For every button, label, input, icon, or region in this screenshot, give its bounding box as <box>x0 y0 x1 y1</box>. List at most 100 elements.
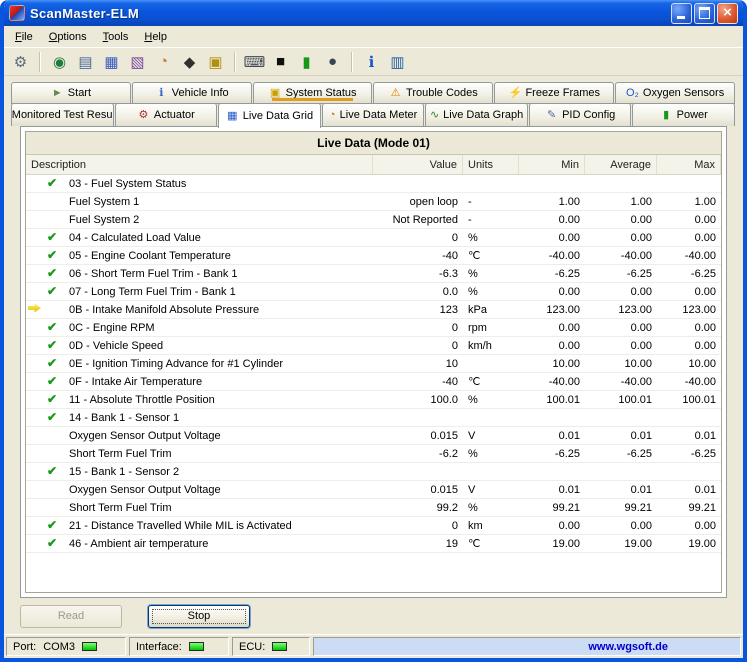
column-header-min[interactable]: Min <box>519 155 585 174</box>
battery-button[interactable]: ▮ <box>294 50 319 74</box>
chip-button[interactable]: ◆ <box>177 50 202 74</box>
chart-image-icon: ▧ <box>130 53 144 71</box>
table-row[interactable]: Short Term Fuel Trim-6.2%-6.25-6.25-6.25 <box>26 445 721 463</box>
cell-min: 0.01 <box>519 484 585 496</box>
column-header-value[interactable]: Value <box>373 155 463 174</box>
cell-units: - <box>463 196 519 208</box>
toolbar-separator <box>39 52 41 72</box>
minimize-button[interactable] <box>671 3 692 24</box>
menu-file[interactable]: File <box>7 28 41 46</box>
cell-description: 0C - Engine RPM <box>64 322 373 334</box>
menu-tools[interactable]: Tools <box>95 28 137 46</box>
tab-live-data-graph[interactable]: ∿Live Data Graph <box>425 103 528 126</box>
app-window: ScanMaster-ELM FileOptionsToolsHelp ⚙◉▤▦… <box>0 0 747 662</box>
cell-value: 0 <box>373 322 463 334</box>
tab-actuator[interactable]: ⚙Actuator <box>115 103 218 126</box>
chip-icon: ◆ <box>184 53 196 71</box>
interface-label: Interface: <box>136 641 182 653</box>
tab-pid-config[interactable]: ✎PID Config <box>529 103 632 126</box>
read-button[interactable]: Read <box>20 605 122 628</box>
live-data-graph-icon: ∿ <box>430 110 439 121</box>
table-row[interactable]: ✔0C - Engine RPM0rpm0.000.000.00 <box>26 319 721 337</box>
statistics-button[interactable]: ▥ <box>385 50 410 74</box>
table-row[interactable]: ✔0F - Intake Air Temperature-40℃-40.00-4… <box>26 373 721 391</box>
console-button[interactable]: ■ <box>268 50 293 74</box>
column-header-units[interactable]: Units <box>463 155 519 174</box>
cell-units: - <box>463 214 519 226</box>
maximize-button[interactable] <box>694 3 715 24</box>
table-row[interactable]: ✔0E - Ignition Timing Advance for #1 Cyl… <box>26 355 721 373</box>
table-row[interactable]: ✔46 - Ambient air temperature19℃19.0019.… <box>26 535 721 553</box>
table-row[interactable]: Short Term Fuel Trim99.2%99.2199.2199.21 <box>26 499 721 517</box>
tab-freeze-frames[interactable]: ⚡Freeze Frames <box>494 82 614 104</box>
table-row[interactable]: Oxygen Sensor Output Voltage0.015V0.010.… <box>26 481 721 499</box>
titlebar[interactable]: ScanMaster-ELM <box>4 0 743 26</box>
column-header-max[interactable]: Max <box>657 155 721 174</box>
table-row[interactable]: ✔06 - Short Term Fuel Trim - Bank 1-6.3%… <box>26 265 721 283</box>
web-browser-button[interactable]: ◉ <box>47 50 72 74</box>
cell-max: -40.00 <box>657 250 721 262</box>
tab-power[interactable]: ▮Power <box>632 103 735 126</box>
tab-trouble-codes[interactable]: ⚠Trouble Codes <box>373 82 493 104</box>
connect-button[interactable]: ⚙ <box>8 50 33 74</box>
cell-description: 0F - Intake Air Temperature <box>64 376 373 388</box>
toolbar-separator <box>234 52 236 72</box>
cell-units: V <box>463 484 519 496</box>
cell-description: Oxygen Sensor Output Voltage <box>64 430 373 442</box>
supported-check-icon: ✔ <box>47 267 57 280</box>
cell-average: 0.01 <box>585 484 657 496</box>
tab-start[interactable]: ►Start <box>11 82 131 104</box>
logbook-button[interactable]: ▣ <box>203 50 228 74</box>
terminal-button[interactable]: ⌨ <box>242 50 267 74</box>
tab-live-data-grid[interactable]: ▦Live Data Grid <box>218 103 321 128</box>
supported-check-icon: ✔ <box>47 177 57 190</box>
table-row[interactable]: ✔14 - Bank 1 - Sensor 1 <box>26 409 721 427</box>
close-button[interactable] <box>717 3 738 24</box>
tab-system-status[interactable]: ▣System Status <box>253 82 373 104</box>
stop-button[interactable]: Stop <box>148 605 250 628</box>
cell-description: 0B - Intake Manifold Absolute Pressure <box>64 304 373 316</box>
chart-image-button[interactable]: ▧ <box>125 50 150 74</box>
cell-value: -40 <box>373 376 463 388</box>
cell-description: 0D - Vehicle Speed <box>64 340 373 352</box>
table-row[interactable]: ✔0D - Vehicle Speed0km/h0.000.000.00 <box>26 337 721 355</box>
menu-help[interactable]: Help <box>136 28 175 46</box>
tab-vehicle-info[interactable]: ℹVehicle Info <box>132 82 252 104</box>
column-header-average[interactable]: Average <box>585 155 657 174</box>
table-row[interactable]: 0B - Intake Manifold Absolute Pressure12… <box>26 301 721 319</box>
world-dark-button[interactable]: ● <box>320 50 345 74</box>
supported-check-icon: ✔ <box>47 321 57 334</box>
info-button[interactable]: ℹ <box>359 50 384 74</box>
report-button[interactable]: ▤ <box>73 50 98 74</box>
table-row[interactable]: Fuel System 2Not Reported-0.000.000.00 <box>26 211 721 229</box>
table-row[interactable]: ✔03 - Fuel System Status <box>26 175 721 193</box>
cell-max: 0.00 <box>657 214 721 226</box>
column-header-description[interactable]: Description <box>26 155 373 174</box>
tab-oxygen-sensors[interactable]: O₂Oxygen Sensors <box>615 82 735 104</box>
website-link[interactable]: www.wgsoft.de <box>588 641 668 653</box>
gauge-button[interactable]: ◔ <box>151 50 176 74</box>
tab-monitored-test-results[interactable]: ◔Monitored Test Results <box>11 103 114 126</box>
table-row[interactable]: ✔21 - Distance Travelled While MIL is Ac… <box>26 517 721 535</box>
tab-label: Monitored Test Results <box>12 109 114 121</box>
toolbar-separator <box>351 52 353 72</box>
cell-max: 1.00 <box>657 196 721 208</box>
cell-description: Oxygen Sensor Output Voltage <box>64 484 373 496</box>
cell-value: 10 <box>373 358 463 370</box>
supported-check-icon: ✔ <box>47 357 57 370</box>
cell-min: -40.00 <box>519 250 585 262</box>
tab-live-data-meter[interactable]: ◔Live Data Meter <box>322 103 425 126</box>
table-row[interactable]: ✔05 - Engine Coolant Temperature-40℃-40.… <box>26 247 721 265</box>
table-row[interactable]: ✔04 - Calculated Load Value0%0.000.000.0… <box>26 229 721 247</box>
table-row[interactable]: Fuel System 1open loop-1.001.001.00 <box>26 193 721 211</box>
menu-options[interactable]: Options <box>41 28 95 46</box>
logbook-icon: ▣ <box>208 53 222 71</box>
table-row[interactable]: Oxygen Sensor Output Voltage0.015V0.010.… <box>26 427 721 445</box>
pid-config-icon: ✎ <box>545 110 558 121</box>
table-row[interactable]: ✔11 - Absolute Throttle Position100.0%10… <box>26 391 721 409</box>
table-row[interactable]: ✔07 - Long Term Fuel Trim - Bank 10.0%0.… <box>26 283 721 301</box>
cell-value: -6.2 <box>373 448 463 460</box>
cell-value: 19 <box>373 538 463 550</box>
table-row[interactable]: ✔15 - Bank 1 - Sensor 2 <box>26 463 721 481</box>
data-table-button[interactable]: ▦ <box>99 50 124 74</box>
